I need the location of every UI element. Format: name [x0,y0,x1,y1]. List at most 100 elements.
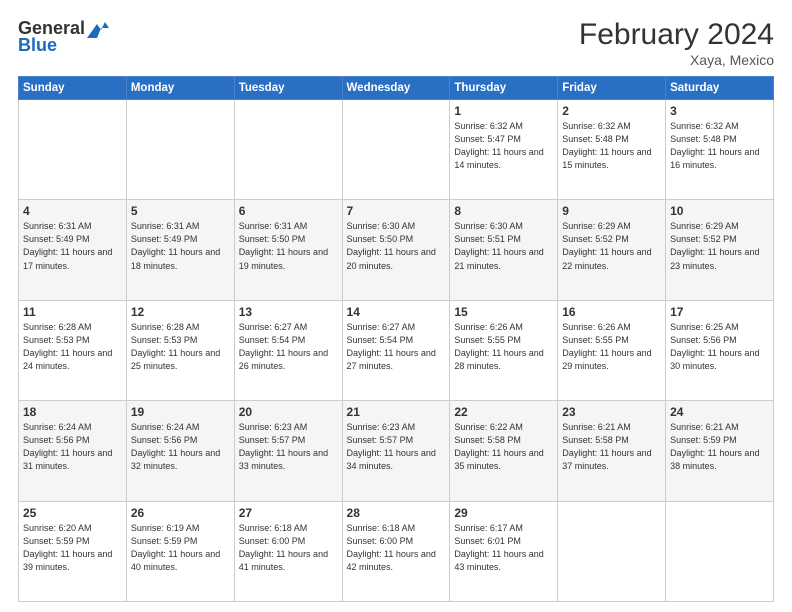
day-number: 6 [239,204,338,218]
day-number: 16 [562,305,661,319]
day-info: Sunrise: 6:22 AM Sunset: 5:58 PM Dayligh… [454,421,553,473]
calendar-day-cell: 20 Sunrise: 6:23 AM Sunset: 5:57 PM Dayli… [234,401,342,501]
calendar-day-cell: 1 Sunrise: 6:32 AM Sunset: 5:47 PM Daylig… [450,100,558,200]
calendar-day-cell: 27 Sunrise: 6:18 AM Sunset: 6:00 PM Dayli… [234,501,342,601]
day-info: Sunrise: 6:32 AM Sunset: 5:48 PM Dayligh… [670,120,769,172]
day-info: Sunrise: 6:31 AM Sunset: 5:49 PM Dayligh… [23,220,122,272]
calendar-day-cell: 8Sunrise: 6:30 AM Sunset: 5:51 PM Daylig… [450,200,558,300]
day-info: Sunrise: 6:29 AM Sunset: 5:52 PM Dayligh… [562,220,661,272]
calendar-header-row: SundayMondayTuesdayWednesdayThursdayFrid… [19,77,774,100]
header: General Blue February 2024 Xaya, Mexico [18,18,774,68]
calendar-day-cell: 19 Sunrise: 6:24 AM Sunset: 5:56 PM Dayli… [126,401,234,501]
day-info: Sunrise: 6:28 AM Sunset: 5:53 PM Dayligh… [131,321,230,373]
day-info: Sunrise: 6:19 AM Sunset: 5:59 PM Dayligh… [131,522,230,574]
calendar-day-cell: 9 Sunrise: 6:29 AM Sunset: 5:52 PM Daylig… [558,200,666,300]
day-number: 23 [562,405,661,419]
calendar-week-row: 18 Sunrise: 6:24 AM Sunset: 5:56 PM Dayli… [19,401,774,501]
day-number: 27 [239,506,338,520]
calendar-day-cell: 2 Sunrise: 6:32 AM Sunset: 5:48 PM Daylig… [558,100,666,200]
day-number: 3 [670,104,769,118]
calendar-day-cell [342,100,450,200]
day-info: Sunrise: 6:24 AM Sunset: 5:56 PM Dayligh… [131,421,230,473]
day-number: 4 [23,204,122,218]
calendar-day-cell [666,501,774,601]
day-info: Sunrise: 6:26 AM Sunset: 5:55 PM Dayligh… [562,321,661,373]
calendar-day-cell: 4 Sunrise: 6:31 AM Sunset: 5:49 PM Daylig… [19,200,127,300]
day-info: Sunrise: 6:28 AM Sunset: 5:53 PM Dayligh… [23,321,122,373]
calendar-day-cell: 15 Sunrise: 6:26 AM Sunset: 5:55 PM Dayli… [450,300,558,400]
day-number: 10 [670,204,769,218]
day-number: 5 [131,204,230,218]
calendar-day-cell: 6 Sunrise: 6:31 AM Sunset: 5:50 PM Daylig… [234,200,342,300]
subtitle: Xaya, Mexico [579,52,774,68]
calendar-day-cell: 26Sunrise: 6:19 AM Sunset: 5:59 PM Dayli… [126,501,234,601]
day-info: Sunrise: 6:20 AM Sunset: 5:59 PM Dayligh… [23,522,122,574]
main-title: February 2024 [579,18,774,52]
calendar-day-cell: 18 Sunrise: 6:24 AM Sunset: 5:56 PM Dayli… [19,401,127,501]
calendar-day-cell [234,100,342,200]
day-info: Sunrise: 6:29 AM Sunset: 5:52 PM Dayligh… [670,220,769,272]
day-info: Sunrise: 6:21 AM Sunset: 5:58 PM Dayligh… [562,421,661,473]
calendar-day-cell: 22 Sunrise: 6:22 AM Sunset: 5:58 PM Dayli… [450,401,558,501]
calendar-day-cell: 5 Sunrise: 6:31 AM Sunset: 5:49 PM Daylig… [126,200,234,300]
calendar-day-header: Sunday [19,77,127,100]
calendar-day-cell: 23 Sunrise: 6:21 AM Sunset: 5:58 PM Dayli… [558,401,666,501]
logo: General Blue [18,18,109,56]
calendar-table: SundayMondayTuesdayWednesdayThursdayFrid… [18,76,774,602]
day-info: Sunrise: 6:23 AM Sunset: 5:57 PM Dayligh… [239,421,338,473]
calendar-day-cell: 29 Sunrise: 6:17 AM Sunset: 6:01 PM Dayli… [450,501,558,601]
day-number: 15 [454,305,553,319]
day-info: Sunrise: 6:24 AM Sunset: 5:56 PM Dayligh… [23,421,122,473]
day-info: Sunrise: 6:31 AM Sunset: 5:50 PM Dayligh… [239,220,338,272]
day-info: Sunrise: 6:30 AM Sunset: 5:50 PM Dayligh… [347,220,446,272]
logo-blue-text: Blue [18,35,57,56]
day-info: Sunrise: 6:25 AM Sunset: 5:56 PM Dayligh… [670,321,769,373]
calendar-day-cell: 3 Sunrise: 6:32 AM Sunset: 5:48 PM Daylig… [666,100,774,200]
day-info: Sunrise: 6:27 AM Sunset: 5:54 PM Dayligh… [347,321,446,373]
calendar-day-header: Friday [558,77,666,100]
day-number: 1 [454,104,553,118]
calendar-week-row: 4 Sunrise: 6:31 AM Sunset: 5:49 PM Daylig… [19,200,774,300]
day-number: 22 [454,405,553,419]
day-info: Sunrise: 6:18 AM Sunset: 6:00 PM Dayligh… [347,522,446,574]
calendar-day-header: Tuesday [234,77,342,100]
calendar-day-cell: 17Sunrise: 6:25 AM Sunset: 5:56 PM Dayli… [666,300,774,400]
calendar-day-cell [558,501,666,601]
day-number: 2 [562,104,661,118]
calendar-week-row: 1 Sunrise: 6:32 AM Sunset: 5:47 PM Daylig… [19,100,774,200]
calendar-day-header: Wednesday [342,77,450,100]
calendar-day-cell: 25Sunrise: 6:20 AM Sunset: 5:59 PM Dayli… [19,501,127,601]
day-number: 21 [347,405,446,419]
day-info: Sunrise: 6:17 AM Sunset: 6:01 PM Dayligh… [454,522,553,574]
day-number: 14 [347,305,446,319]
calendar-day-cell [19,100,127,200]
calendar-day-cell: 16 Sunrise: 6:26 AM Sunset: 5:55 PM Dayli… [558,300,666,400]
calendar-week-row: 11 Sunrise: 6:28 AM Sunset: 5:53 PM Dayli… [19,300,774,400]
day-number: 29 [454,506,553,520]
day-number: 7 [347,204,446,218]
day-info: Sunrise: 6:21 AM Sunset: 5:59 PM Dayligh… [670,421,769,473]
day-info: Sunrise: 6:31 AM Sunset: 5:49 PM Dayligh… [131,220,230,272]
calendar-day-cell: 7 Sunrise: 6:30 AM Sunset: 5:50 PM Daylig… [342,200,450,300]
title-block: February 2024 Xaya, Mexico [579,18,774,68]
day-number: 20 [239,405,338,419]
day-number: 19 [131,405,230,419]
calendar-day-header: Monday [126,77,234,100]
day-number: 12 [131,305,230,319]
day-info: Sunrise: 6:23 AM Sunset: 5:57 PM Dayligh… [347,421,446,473]
calendar-day-cell: 14 Sunrise: 6:27 AM Sunset: 5:54 PM Dayli… [342,300,450,400]
calendar-day-header: Saturday [666,77,774,100]
day-number: 9 [562,204,661,218]
day-info: Sunrise: 6:32 AM Sunset: 5:48 PM Dayligh… [562,120,661,172]
calendar-day-cell [126,100,234,200]
day-number: 11 [23,305,122,319]
day-info: Sunrise: 6:18 AM Sunset: 6:00 PM Dayligh… [239,522,338,574]
calendar-day-cell: 11 Sunrise: 6:28 AM Sunset: 5:53 PM Dayli… [19,300,127,400]
calendar-day-cell: 21 Sunrise: 6:23 AM Sunset: 5:57 PM Dayli… [342,401,450,501]
day-info: Sunrise: 6:32 AM Sunset: 5:47 PM Dayligh… [454,120,553,172]
day-number: 18 [23,405,122,419]
day-info: Sunrise: 6:26 AM Sunset: 5:55 PM Dayligh… [454,321,553,373]
day-number: 28 [347,506,446,520]
calendar-day-cell: 28 Sunrise: 6:18 AM Sunset: 6:00 PM Dayli… [342,501,450,601]
day-info: Sunrise: 6:27 AM Sunset: 5:54 PM Dayligh… [239,321,338,373]
